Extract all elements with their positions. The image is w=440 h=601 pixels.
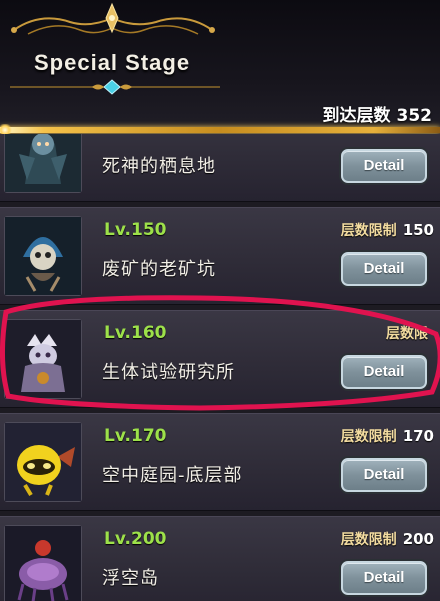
- stage-level: Lv.200: [104, 529, 167, 549]
- reached-floor: 到达层数 352: [323, 101, 433, 126]
- floor-limit-label: 层数限制: [340, 429, 397, 445]
- jellyfish-monster-icon: [5, 526, 81, 601]
- floor-limit-label: 层数限制: [340, 532, 397, 548]
- header-bar: Special Stage 到达层数 352: [0, 0, 440, 138]
- floor-limit: 层数限制 150: [341, 220, 434, 240]
- stage-card[interactable]: Lv.200 浮空岛 层数限制 200 Detail: [0, 516, 440, 601]
- floor-limit-value: 200: [402, 530, 434, 548]
- stage-level: Lv.170: [104, 426, 167, 446]
- floor-limit-value: 150: [402, 221, 434, 239]
- stage-card[interactable]: Lv.160 生体试验研究所 层数限 Detail: [0, 310, 440, 408]
- detail-button[interactable]: Detail: [341, 458, 427, 492]
- stage-portrait: [4, 319, 82, 399]
- skull-mage-icon: [5, 217, 81, 295]
- stage-name: 死神的栖息地: [102, 156, 216, 177]
- detail-button[interactable]: Detail: [341, 561, 427, 595]
- stage-card[interactable]: Lv.150 废矿的老矿坑 层数限制 150 Detail: [0, 207, 440, 305]
- stage-name: 废矿的老矿坑: [102, 259, 216, 280]
- ornament-bottom-icon: [10, 79, 220, 95]
- floor-limit: [428, 134, 434, 135]
- stage-name: 浮空岛: [102, 568, 159, 589]
- ghost-scientist-icon: [5, 320, 81, 398]
- stage-portrait: [4, 422, 82, 502]
- stage-level: Lv.150: [104, 220, 167, 240]
- stage-card[interactable]: Lv.170 空中庭园-底层部 层数限制 170 Detail: [0, 413, 440, 511]
- floor-limit: 层数限制 200: [341, 529, 434, 549]
- floor-limit-label: 层数限制: [340, 223, 397, 239]
- stage-name: 空中庭园-底层部: [102, 465, 243, 486]
- stage-portrait: [4, 216, 82, 296]
- stage-card[interactable]: 死神的栖息地 Detail: [0, 134, 440, 202]
- detail-button[interactable]: Detail: [341, 252, 427, 286]
- yellow-blob-icon: [5, 423, 81, 501]
- stage-portrait: [4, 134, 82, 193]
- reached-floor-label: 到达层数: [322, 106, 391, 126]
- floor-limit: 层数限制 170: [341, 426, 434, 446]
- stage-level: Lv.160: [104, 323, 167, 343]
- stage-name: 生体试验研究所: [102, 362, 235, 383]
- floor-limit-label: 层数限: [386, 326, 428, 342]
- reaper-monster-icon: [5, 134, 81, 192]
- gold-divider: [0, 127, 440, 133]
- page-title: Special Stage: [34, 50, 191, 75]
- stage-list[interactable]: 死神的栖息地 Detail Lv.150 废矿的老矿坑 层数限制 150 Deta…: [0, 134, 440, 601]
- reached-floor-value: 352: [396, 106, 433, 126]
- detail-button[interactable]: Detail: [341, 149, 427, 183]
- detail-button[interactable]: Detail: [341, 355, 427, 389]
- floor-limit: 层数限: [386, 323, 434, 343]
- floor-limit-value: 170: [402, 427, 434, 445]
- stage-portrait: [4, 525, 82, 601]
